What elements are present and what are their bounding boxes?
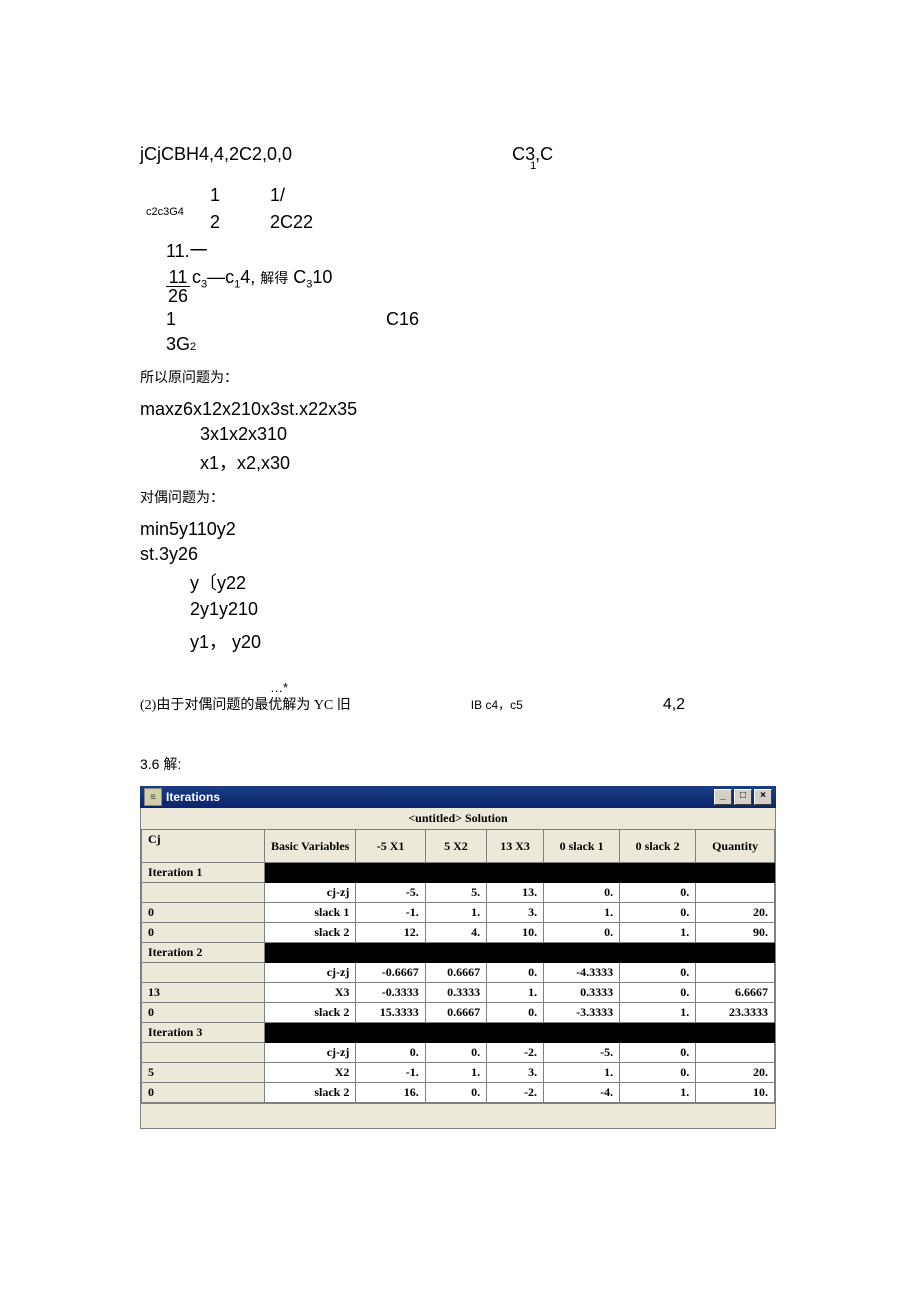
text-primal-intro: 所以原问题为：	[140, 367, 780, 387]
table-row: 0slack 215.33330.66670.-3.33331.23.3333	[142, 1003, 775, 1023]
primal-l1: maxz6x12x210x3st.x22x35	[140, 399, 780, 420]
dots: …*	[270, 680, 288, 695]
table-row: cj-zj-5.5.13.0.0.	[142, 883, 775, 903]
eq-l3b: 2C22	[270, 212, 313, 233]
iteration-separator: Iteration 1	[142, 863, 775, 883]
col-x3: 13 X3	[487, 830, 544, 863]
remark-2-mid: IB c4，c5	[471, 696, 523, 713]
fraction: 11 26	[166, 268, 190, 305]
table-row: cj-zj0.0.-2.-5.0.	[142, 1043, 775, 1063]
remark-2: …* (2)由于对偶问题的最优解为 YC 旧 IB c4，c5 4,2	[140, 694, 780, 714]
document-page: jCjCBH4,4,2C2,0,0 C3,C 1 1 1/ c2c3G4 2 2…	[0, 0, 920, 1189]
dual-l1: min5y110y2	[140, 519, 780, 540]
iterations-window: ≡ Iterations _ □ × <untitled> Solution C…	[140, 786, 776, 1129]
eq-l2a: 1	[210, 185, 220, 206]
eq-l2pre: c2c3G4	[146, 206, 184, 218]
iteration-separator: Iteration 3	[142, 1023, 775, 1043]
col-s2: 0 slack 2	[620, 830, 696, 863]
iteration-separator: Iteration 2	[142, 943, 775, 963]
close-button[interactable]: ×	[754, 789, 772, 805]
iterations-table: Cj Basic Variables -5 X1 5 X2 13 X3 0 sl…	[141, 829, 775, 1103]
col-basic: Basic Variables	[265, 830, 356, 863]
dual-l3: y〔y22	[140, 569, 780, 595]
eq-l7a: 3G	[166, 334, 190, 355]
col-s1: 0 slack 1	[544, 830, 620, 863]
col-x2: 5 X2	[425, 830, 486, 863]
section-3-6: 3.6 解:	[140, 754, 780, 774]
dual-l4: 2y1y210	[140, 599, 780, 620]
minimize-button[interactable]: _	[714, 789, 732, 805]
text-dual-intro: 对偶问题为：	[140, 487, 780, 507]
table-row: 13X3-0.33330.33331.0.33330.6.6667	[142, 983, 775, 1003]
equation-block-1: jCjCBH4,4,2C2,0,0 C3,C 1	[140, 144, 780, 165]
eq-l4a: 11.一	[166, 237, 208, 263]
primal-l3: x1，x2,x30	[140, 449, 780, 475]
dual-l2: st.3y26	[140, 544, 780, 565]
col-x1: -5 X1	[356, 830, 425, 863]
eq-l5a: c3—c14, 解得 C310	[192, 267, 332, 291]
table-header-row: Cj Basic Variables -5 X1 5 X2 13 X3 0 sl…	[142, 830, 775, 863]
equation-block-2: 1 1/ c2c3G4 2 2C22 11.一 11 26 c3—c14, 解得…	[140, 185, 780, 355]
eq-l2b: 1/	[270, 185, 285, 206]
eq-l1a: jCjCBH4,4,2C2,0,0	[140, 144, 292, 165]
window-icon: ≡	[144, 788, 162, 806]
eq-l6a: 1	[166, 309, 176, 330]
window-titlebar[interactable]: ≡ Iterations _ □ ×	[140, 786, 776, 808]
dual-l5: y1， y20	[140, 628, 780, 654]
eq-l7sup: 2	[190, 341, 196, 353]
solution-caption: <untitled> Solution	[141, 808, 775, 829]
window-title: Iterations	[166, 790, 714, 804]
table-row: 0slack 1-1.1.3.1.0.20.	[142, 903, 775, 923]
window-footer	[141, 1103, 775, 1128]
table-row: 0slack 212.4.10.0.1.90.	[142, 923, 775, 943]
col-qty: Quantity	[696, 830, 775, 863]
eq-l6b: C16	[386, 309, 419, 330]
primal-l2: 3x1x2x310	[140, 424, 780, 445]
table-row: cj-zj-0.66670.66670.-4.33330.	[142, 963, 775, 983]
remark-2-right: 4,2	[663, 696, 685, 714]
col-cj: Cj	[142, 830, 265, 863]
remark-2-text: (2)由于对偶问题的最优解为 YC 旧	[140, 694, 351, 714]
eq-l3a: 2	[210, 212, 220, 233]
eq-l1c: 1	[530, 160, 536, 172]
maximize-button[interactable]: □	[734, 789, 752, 805]
table-row: 5X2-1.1.3.1.0.20.	[142, 1063, 775, 1083]
window-body: <untitled> Solution Cj Basic Variables -…	[140, 808, 776, 1129]
table-row: 0slack 216.0.-2.-4.1.10.	[142, 1083, 775, 1103]
